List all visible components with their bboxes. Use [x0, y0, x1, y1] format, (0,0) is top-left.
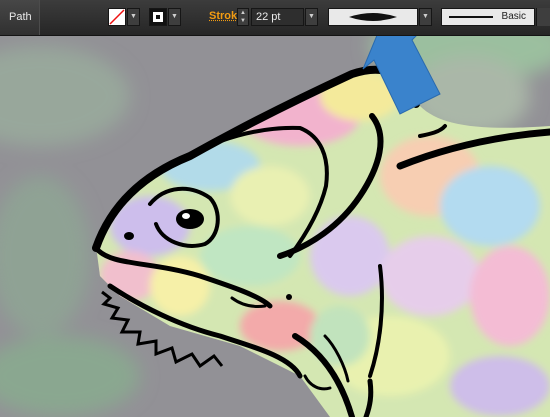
stroke-dropdown-icon[interactable]: ▼	[168, 8, 181, 26]
none-swatch-icon	[109, 9, 125, 25]
chameleon-eye	[176, 209, 204, 229]
width-profile-tapered-icon	[349, 13, 397, 21]
brush-definition-select[interactable]: Basic	[441, 8, 535, 26]
stroke-color-swatch-icon	[153, 12, 163, 22]
brush-dropdown-icon[interactable]	[536, 8, 550, 26]
fill-swatch[interactable]	[108, 8, 126, 26]
chameleon-mark	[286, 294, 292, 300]
stroke-swatch[interactable]	[149, 8, 167, 26]
stroke-weight-field[interactable]: 22 pt	[251, 8, 304, 26]
brush-stroke-preview-icon	[449, 16, 493, 18]
chameleon-nostril	[124, 232, 134, 240]
variable-width-profile-select[interactable]	[328, 8, 418, 26]
artboard-canvas[interactable]	[0, 36, 550, 417]
brush-definition-label: Basic	[501, 11, 526, 22]
control-panel: Path ▼ ▼ Stroke: ▲ ▼ 22 pt ▼ ▼ Basic	[0, 0, 550, 36]
profile-dropdown-icon[interactable]: ▼	[419, 8, 432, 26]
fill-dropdown-icon[interactable]: ▼	[127, 8, 140, 26]
selection-type-label: Path	[0, 0, 40, 35]
stroke-weight-dropdown-icon[interactable]: ▼	[305, 8, 318, 26]
stroke-weight-stepper-icon[interactable]: ▲ ▼	[237, 8, 249, 26]
